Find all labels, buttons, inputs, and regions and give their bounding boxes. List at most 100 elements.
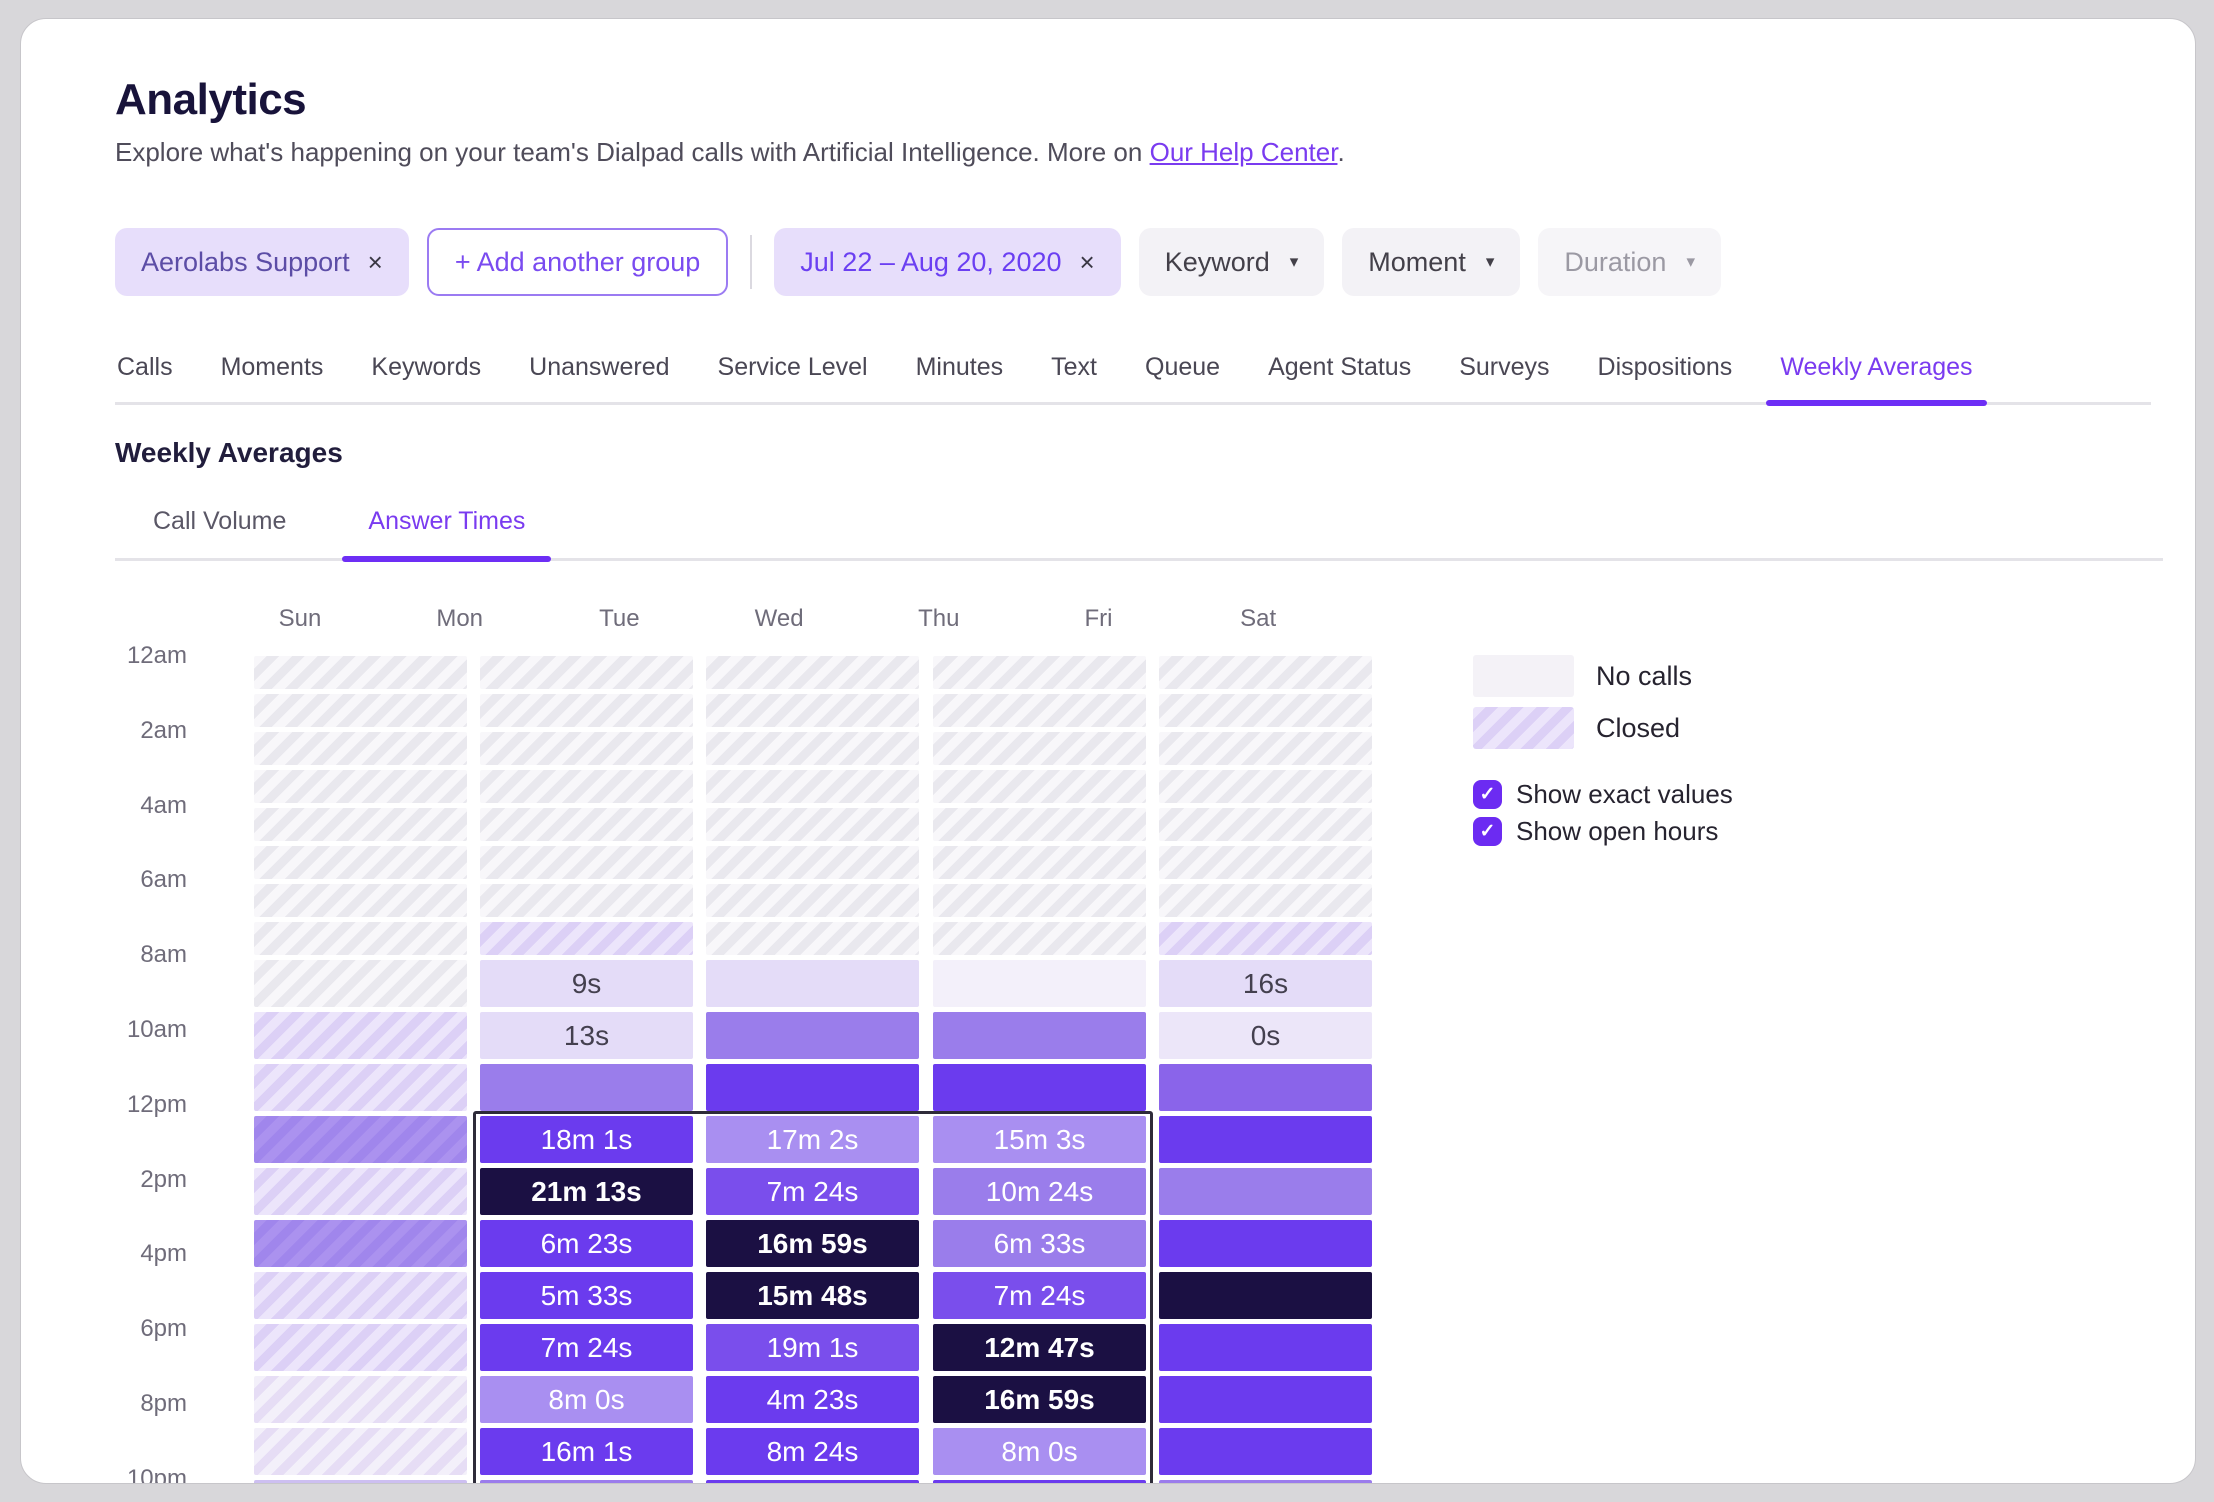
heatmap-cell[interactable] bbox=[933, 884, 1146, 917]
heatmap-cell[interactable] bbox=[480, 808, 693, 841]
checkbox-icon[interactable]: ✓ bbox=[1473, 817, 1502, 846]
heatmap-cell[interactable] bbox=[480, 884, 693, 917]
heatmap-cell[interactable] bbox=[1159, 1324, 1372, 1371]
heatmap-cell[interactable] bbox=[1159, 1220, 1372, 1267]
heatmap-cell[interactable] bbox=[480, 694, 693, 727]
heatmap-cell[interactable] bbox=[1159, 1272, 1372, 1319]
heatmap-cell[interactable]: 6m 23s bbox=[480, 1220, 693, 1267]
tab-weekly-averages[interactable]: Weekly Averages bbox=[1766, 347, 1987, 406]
heatmap-cell[interactable] bbox=[706, 694, 919, 727]
add-group-button[interactable]: + Add another group bbox=[426, 228, 729, 296]
heatmap-cell[interactable]: 13s bbox=[480, 1012, 693, 1059]
tab-queue[interactable]: Queue bbox=[1143, 347, 1222, 402]
heatmap-cell[interactable] bbox=[706, 808, 919, 841]
heatmap-cell[interactable] bbox=[1159, 1376, 1372, 1423]
heatmap-cell[interactable]: 6m 33s bbox=[933, 1220, 1146, 1267]
heatmap-cell[interactable] bbox=[254, 732, 467, 765]
heatmap-cell[interactable] bbox=[254, 1064, 467, 1111]
heatmap-cell[interactable] bbox=[933, 1480, 1146, 1483]
heatmap-cell[interactable] bbox=[933, 656, 1146, 689]
heatmap-cell[interactable]: 16s bbox=[1159, 960, 1372, 1007]
heatmap-cell[interactable]: 9s bbox=[480, 960, 693, 1007]
heatmap-cell[interactable] bbox=[254, 846, 467, 879]
heatmap-cell[interactable] bbox=[706, 656, 919, 689]
heatmap-cell[interactable] bbox=[254, 808, 467, 841]
heatmap-cell[interactable] bbox=[1159, 732, 1372, 765]
tab-moments[interactable]: Moments bbox=[219, 347, 326, 402]
heatmap-cell[interactable] bbox=[1159, 770, 1372, 803]
heatmap-cell[interactable] bbox=[1159, 1168, 1372, 1215]
tab-minutes[interactable]: Minutes bbox=[914, 347, 1006, 402]
heatmap-cell[interactable] bbox=[480, 1480, 693, 1483]
heatmap-cell[interactable] bbox=[1159, 656, 1372, 689]
help-center-link[interactable]: Our Help Center bbox=[1150, 137, 1338, 167]
keyword-dropdown[interactable]: Keyword ▾ bbox=[1138, 228, 1325, 296]
heatmap-cell[interactable] bbox=[706, 732, 919, 765]
heatmap-cell[interactable]: 8m 0s bbox=[933, 1428, 1146, 1475]
heatmap-cell[interactable] bbox=[254, 1116, 467, 1163]
heatmap-cell[interactable]: 0s bbox=[1159, 1012, 1372, 1059]
heatmap-cell[interactable] bbox=[933, 732, 1146, 765]
heatmap-cell[interactable] bbox=[254, 1376, 467, 1423]
heatmap-cell[interactable]: 8m 0s bbox=[480, 1376, 693, 1423]
group-filter-chip[interactable]: Aerolabs Support × bbox=[115, 228, 409, 296]
heatmap-cell[interactable]: 7m 24s bbox=[933, 1272, 1146, 1319]
heatmap-cell[interactable]: 21m 13s bbox=[480, 1168, 693, 1215]
tab-surveys[interactable]: Surveys bbox=[1457, 347, 1551, 402]
heatmap-cell[interactable]: 18m 1s bbox=[480, 1116, 693, 1163]
heatmap-cell[interactable] bbox=[254, 960, 467, 1007]
heatmap-cell[interactable]: 16m 1s bbox=[480, 1428, 693, 1475]
heatmap-cell[interactable] bbox=[1159, 1116, 1372, 1163]
tab-calls[interactable]: Calls bbox=[115, 347, 175, 402]
heatmap-cell[interactable]: 15m 3s bbox=[933, 1116, 1146, 1163]
tab-text[interactable]: Text bbox=[1049, 347, 1099, 402]
heatmap-cell[interactable] bbox=[706, 884, 919, 917]
heatmap-cell[interactable] bbox=[1159, 884, 1372, 917]
heatmap-cell[interactable] bbox=[254, 770, 467, 803]
heatmap-cell[interactable]: 16m 59s bbox=[933, 1376, 1146, 1423]
heatmap-cell[interactable]: 5m 33s bbox=[480, 1272, 693, 1319]
heatmap-cell[interactable] bbox=[1159, 846, 1372, 879]
heatmap-cell[interactable] bbox=[706, 1012, 919, 1059]
heatmap-cell[interactable] bbox=[933, 808, 1146, 841]
heatmap-cell[interactable] bbox=[933, 922, 1146, 955]
heatmap-cell[interactable] bbox=[480, 656, 693, 689]
heatmap-cell[interactable] bbox=[933, 694, 1146, 727]
heatmap-cell[interactable] bbox=[706, 1480, 919, 1483]
heatmap-cell[interactable] bbox=[1159, 922, 1372, 955]
heatmap-cell[interactable] bbox=[480, 732, 693, 765]
heatmap-cell[interactable] bbox=[254, 1272, 467, 1319]
heatmap-cell[interactable] bbox=[254, 1220, 467, 1267]
heatmap-cell[interactable] bbox=[254, 1480, 467, 1483]
heatmap-cell[interactable] bbox=[480, 770, 693, 803]
remove-group-icon[interactable]: × bbox=[368, 247, 383, 278]
toggle-show-open-hours[interactable]: ✓ Show open hours bbox=[1473, 816, 1733, 847]
heatmap-cell[interactable] bbox=[254, 1012, 467, 1059]
moment-dropdown[interactable]: Moment ▾ bbox=[1342, 228, 1521, 296]
checkbox-icon[interactable]: ✓ bbox=[1473, 780, 1502, 809]
heatmap-cell[interactable] bbox=[933, 1064, 1146, 1111]
tab-service-level[interactable]: Service Level bbox=[716, 347, 870, 402]
tab-keywords[interactable]: Keywords bbox=[369, 347, 483, 402]
heatmap-cell[interactable] bbox=[254, 1428, 467, 1475]
subtab-answer-times[interactable]: Answer Times bbox=[342, 497, 552, 562]
heatmap-cell[interactable]: 7m 24s bbox=[706, 1168, 919, 1215]
heatmap-cell[interactable] bbox=[1159, 694, 1372, 727]
tab-agent-status[interactable]: Agent Status bbox=[1266, 347, 1413, 402]
duration-dropdown[interactable]: Duration ▾ bbox=[1538, 228, 1721, 296]
heatmap-cell[interactable] bbox=[254, 656, 467, 689]
heatmap-cell[interactable] bbox=[254, 922, 467, 955]
heatmap-cell[interactable]: 4m 23s bbox=[706, 1376, 919, 1423]
subtab-call-volume[interactable]: Call Volume bbox=[127, 497, 312, 558]
heatmap-cell[interactable] bbox=[254, 694, 467, 727]
heatmap-cell[interactable] bbox=[1159, 1064, 1372, 1111]
heatmap-cell[interactable] bbox=[706, 846, 919, 879]
heatmap-cell[interactable] bbox=[1159, 808, 1372, 841]
heatmap-cell[interactable] bbox=[480, 1064, 693, 1111]
heatmap-cell[interactable] bbox=[933, 960, 1146, 1007]
heatmap-cell[interactable] bbox=[933, 1012, 1146, 1059]
heatmap-cell[interactable]: 7m 24s bbox=[480, 1324, 693, 1371]
heatmap-cell[interactable]: 8m 24s bbox=[706, 1428, 919, 1475]
heatmap-cell[interactable]: 15m 48s bbox=[706, 1272, 919, 1319]
heatmap-cell[interactable] bbox=[254, 1168, 467, 1215]
